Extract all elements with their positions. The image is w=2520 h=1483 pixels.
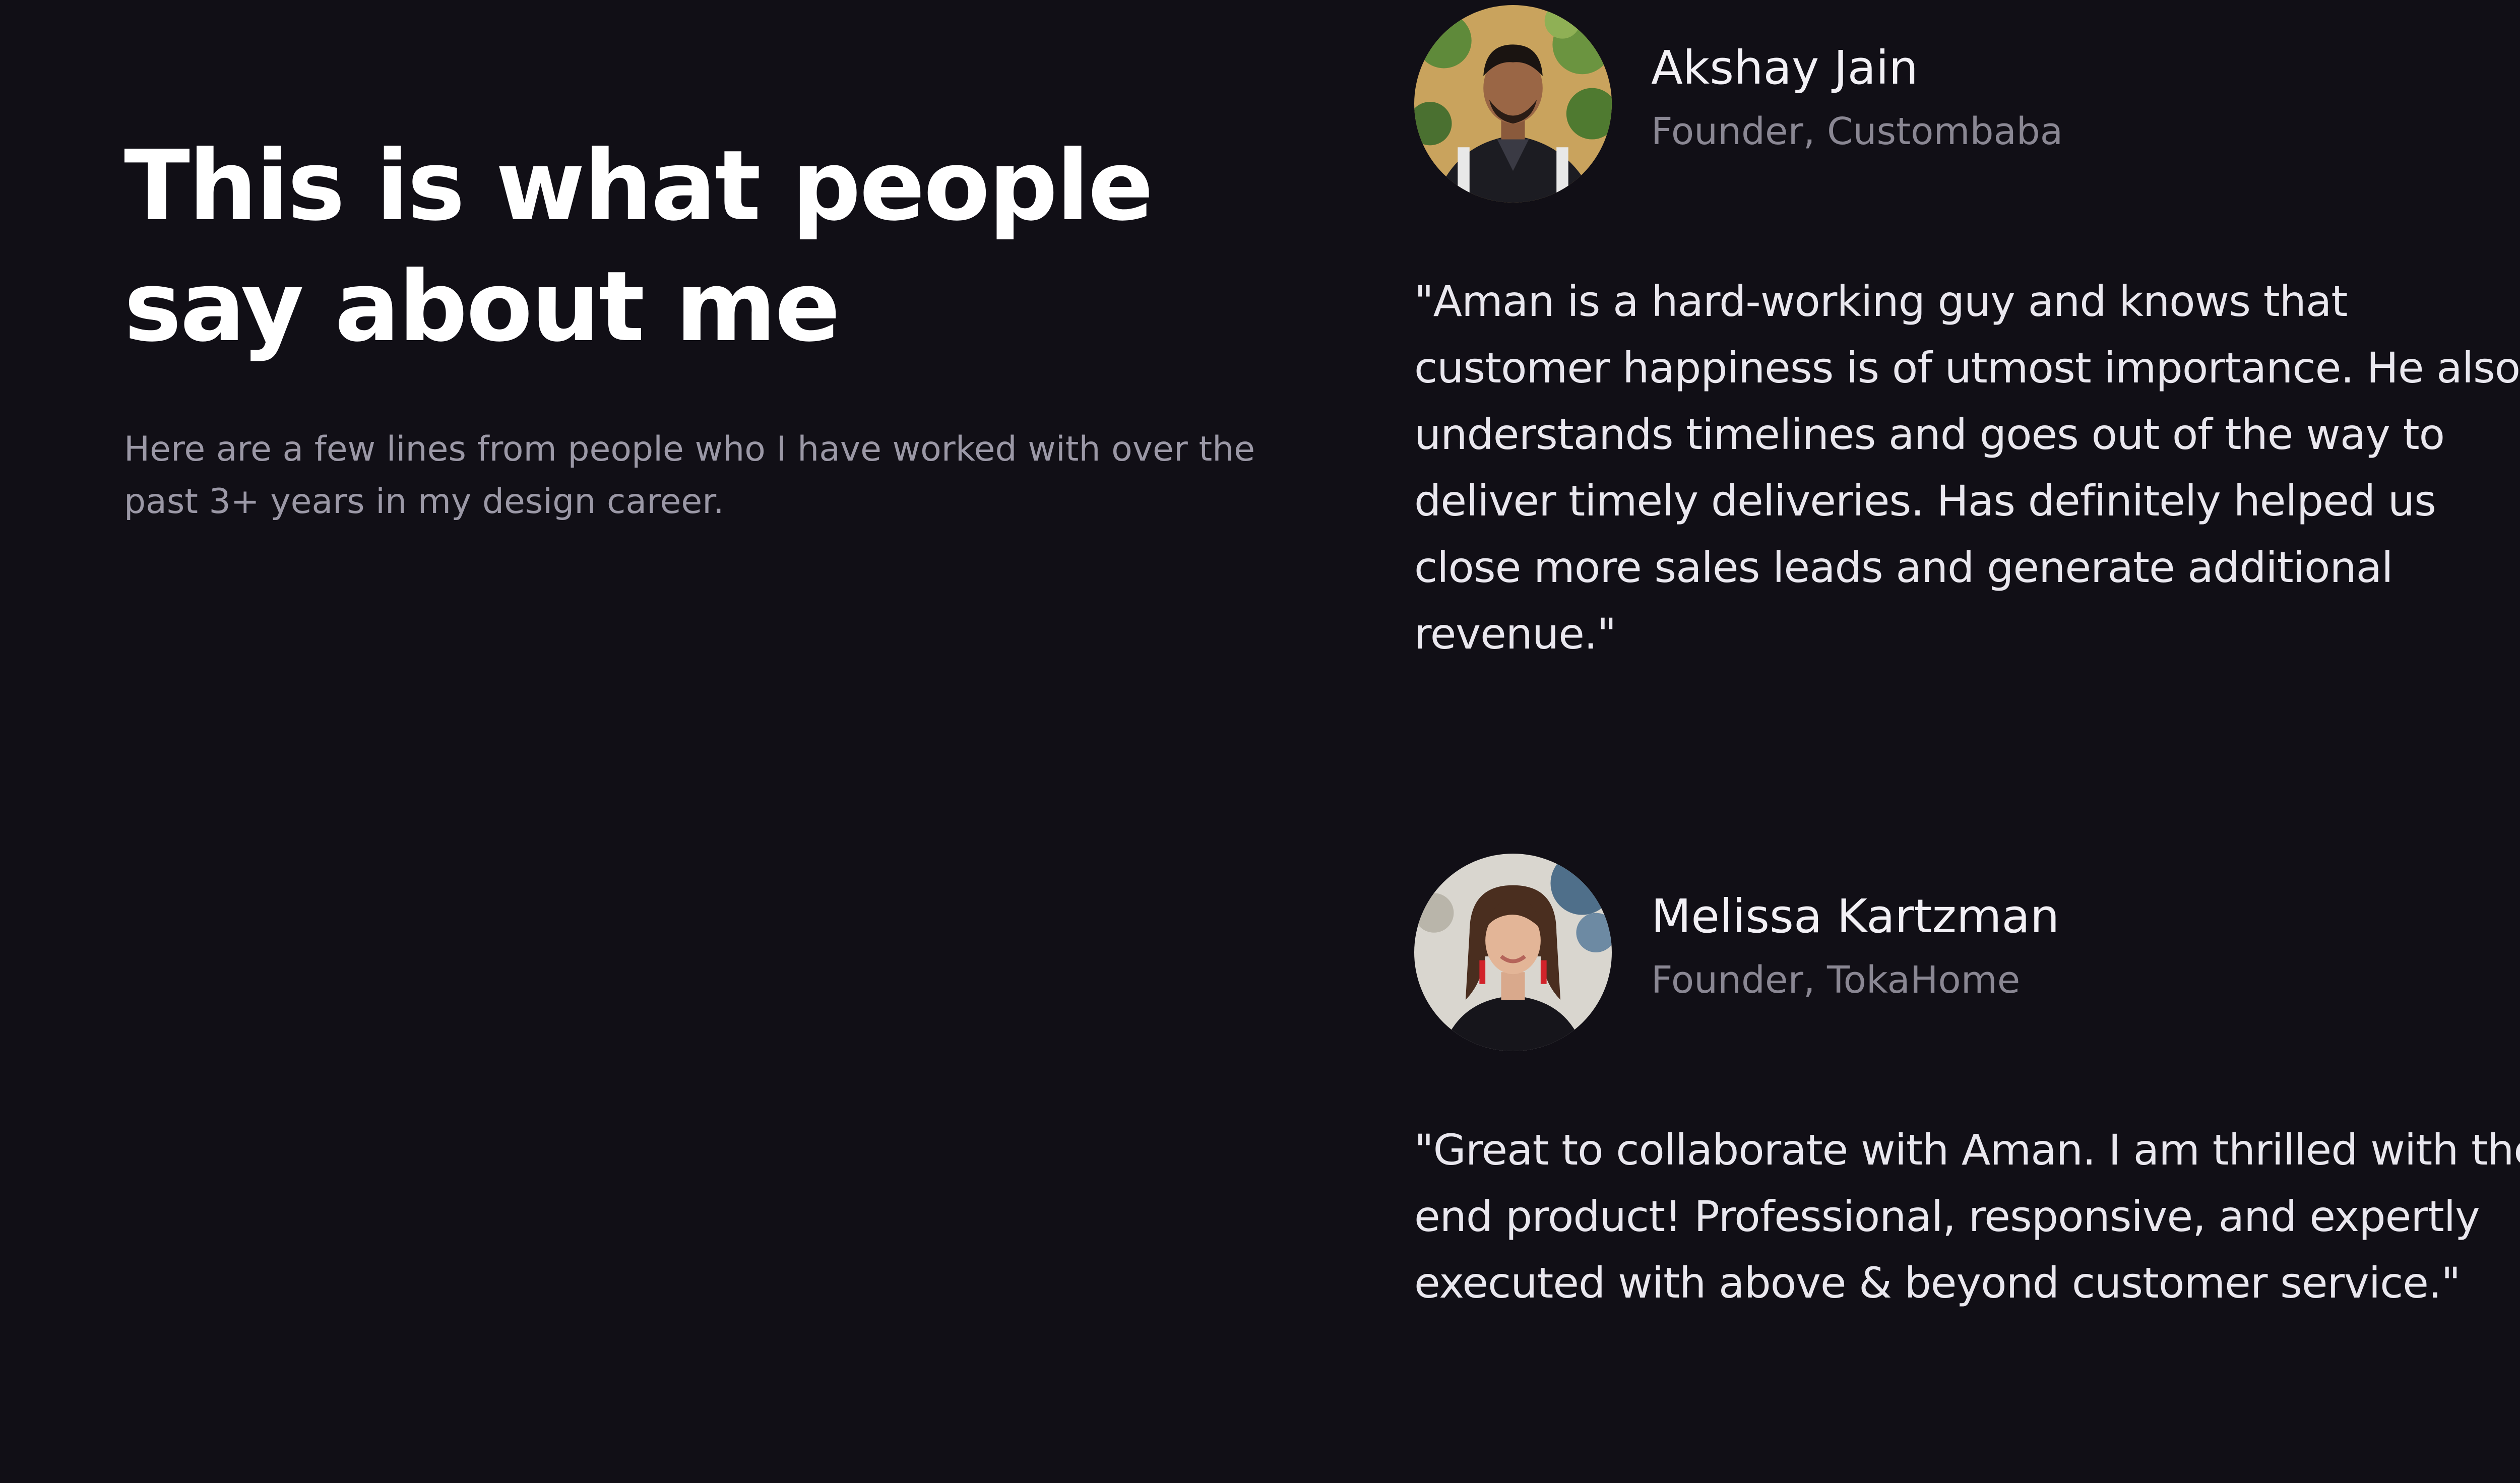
testimonial-author: Melissa Kartzman Founder, TokaHome: [1414, 854, 2520, 1051]
heading-line-2: say about me: [124, 251, 840, 363]
avatar-photo: [1414, 854, 1612, 1051]
testimonial-quote: "Great to collaborate with Aman. I am th…: [1414, 1125, 2520, 1308]
author-role: Founder, TokaHome: [1651, 958, 2021, 1002]
heading-line-1: This is what people: [124, 130, 1154, 242]
testimonial-card: Melissa Kartzman Founder, TokaHome "Grea…: [1414, 854, 2520, 1316]
testimonial-author: Akshay Jain Founder, Custombaba: [1414, 5, 2520, 203]
section-subtext: Here are a few lines from people who I h…: [124, 429, 1255, 522]
section-heading: This is what people say about me: [124, 126, 1283, 368]
avatar: [1414, 854, 1612, 1051]
testimonial-quote: "Aman is a hard-working guy and knows th…: [1414, 277, 2520, 659]
author-name: Melissa Kartzman: [1651, 889, 2060, 943]
avatar: [1414, 5, 1612, 203]
testimonial-card: Akshay Jain Founder, Custombaba "Aman is…: [1414, 5, 2520, 667]
intro-block: This is what people say about me Here ar…: [124, 126, 1283, 528]
testimonials-section: This is what people say about me Here ar…: [0, 0, 2520, 1483]
author-details: Melissa Kartzman Founder, TokaHome: [1651, 885, 2059, 1005]
author-name: Akshay Jain: [1651, 41, 1918, 95]
author-details: Akshay Jain Founder, Custombaba: [1651, 37, 2063, 157]
author-role: Founder, Custombaba: [1651, 110, 2063, 153]
avatar-photo: [1414, 5, 1612, 203]
testimonial-list: Akshay Jain Founder, Custombaba "Aman is…: [1414, 5, 2520, 1316]
